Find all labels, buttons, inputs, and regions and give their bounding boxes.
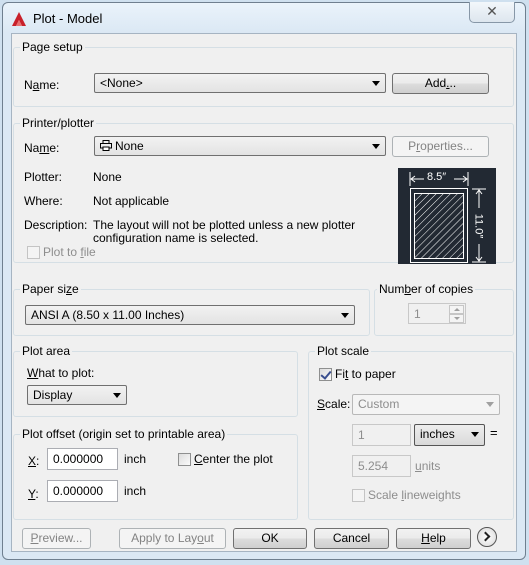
paper-size-title: Paper size [20, 282, 81, 296]
plot-to-file-label: Plot to file [43, 245, 96, 259]
close-icon: ✕ [486, 3, 498, 19]
what-to-plot-value: Display [33, 388, 73, 402]
plot-dialog: Plot - Model ✕ Page setup Name: <None> A… [2, 2, 526, 560]
units-select[interactable]: inches [414, 424, 485, 446]
chevron-down-icon [113, 393, 121, 398]
paper-size-select[interactable]: ANSI A (8.50 x 11.00 Inches) [25, 305, 355, 325]
equals-sign: = [490, 425, 498, 440]
description-line-1: The layout will not be plotted unless a … [93, 218, 356, 232]
cancel-button[interactable]: Cancel [314, 528, 389, 549]
page-setup-name-select[interactable]: <None> [94, 73, 386, 93]
fit-to-paper-checkbox[interactable] [319, 368, 332, 381]
dialog-body: Page setup Name: <None> Add... Printer/p… [11, 33, 517, 552]
copies-up-button[interactable] [449, 305, 464, 314]
scale-value: Custom [358, 397, 400, 411]
printer-name-select[interactable]: None [94, 136, 386, 156]
center-the-plot-label: Center the plot [194, 452, 273, 466]
drawing-units-input[interactable]: 5.254 [352, 455, 411, 477]
copies-group: Number of copies 1 [374, 282, 514, 336]
chevron-down-icon [486, 402, 494, 407]
units-select-value: inches [420, 427, 455, 441]
offset-y-label: Y: [28, 487, 39, 501]
page-setup-name-label: Name: [24, 78, 60, 92]
page-setup-title: Page setup [20, 40, 85, 54]
what-to-plot-label: What to plot: [27, 366, 95, 380]
paper-size-value: ANSI A (8.50 x 11.00 Inches) [31, 308, 185, 322]
offset-y-input[interactable]: 0.000000 [47, 480, 118, 502]
paper-units-value: 1 [358, 428, 365, 442]
printer-name-value: None [115, 139, 144, 153]
fit-to-paper-label: Fit to paper [335, 367, 396, 381]
plot-area-group: Plot area What to plot: Display [13, 344, 298, 417]
copies-value: 1 [414, 307, 421, 321]
description-line-2: configuration name is selected. [93, 231, 259, 245]
plotter-label: Plotter: [24, 170, 63, 184]
chevron-down-icon [372, 81, 380, 86]
printer-plotter-group: Printer/plotter Name: None Properties...… [13, 116, 514, 264]
offset-x-value: 0.000000 [53, 452, 104, 466]
printer-icon [100, 140, 112, 151]
offset-x-input[interactable]: 0.000000 [47, 448, 118, 470]
scale-select[interactable]: Custom [352, 394, 500, 415]
chevron-down-icon [341, 313, 349, 318]
copies-title: Number of copies [377, 282, 476, 296]
description-label: Description: [24, 218, 88, 232]
scale-lineweights-label: Scale lineweights [368, 488, 461, 502]
center-the-plot-checkbox[interactable] [178, 453, 191, 466]
chevron-down-icon [372, 144, 380, 149]
preview-width-label: 8.5″ [426, 171, 448, 183]
copies-down-button[interactable] [449, 314, 464, 323]
apply-to-layout-button[interactable]: Apply to Layout [119, 528, 226, 549]
drawing-units-label: units [415, 459, 441, 473]
plot-to-file-checkbox[interactable] [27, 246, 40, 259]
paper-units-input[interactable]: 1 [352, 424, 411, 446]
printer-name-label: Name: [24, 141, 60, 155]
autocad-app-icon [12, 12, 26, 26]
help-button[interactable]: Help [396, 528, 471, 549]
plot-scale-group: Plot scale Fit to paper Scale: Custom 1 … [308, 344, 514, 520]
properties-button[interactable]: Properties... [392, 136, 489, 157]
chevron-down-icon [471, 432, 479, 437]
where-label: Where: [24, 194, 63, 208]
offset-x-label: X: [28, 454, 40, 468]
plot-area-title: Plot area [20, 344, 73, 358]
title-bar: Plot - Model ✕ [3, 2, 525, 33]
offset-x-unit: inch [124, 452, 147, 466]
scale-lineweights-checkbox[interactable] [352, 489, 365, 502]
plot-offset-title: Plot offset (origin set to printable are… [20, 427, 228, 441]
ok-button[interactable]: OK [233, 528, 307, 549]
offset-y-value: 0.000000 [53, 484, 104, 498]
page-setup-group: Page setup Name: <None> Add... [13, 40, 514, 107]
paper-preview: 8.5″ 11.0″ [398, 168, 496, 264]
add-button[interactable]: Add... [392, 73, 489, 94]
preview-button[interactable]: Preview... [22, 528, 91, 549]
plot-scale-title: Plot scale [315, 344, 372, 358]
close-button[interactable]: ✕ [469, 2, 515, 23]
preview-height-label: 11.0″ [472, 213, 485, 239]
paper-size-group: Paper size ANSI A (8.50 x 11.00 Inches) [13, 282, 370, 336]
page-setup-name-value: <None> [100, 76, 143, 90]
plotter-value: None [93, 170, 122, 184]
window-title: Plot - Model [33, 11, 103, 26]
where-value: Not applicable [93, 194, 170, 208]
printer-plotter-title: Printer/plotter [20, 116, 97, 130]
expand-options-button[interactable] [477, 527, 497, 547]
scale-label: Scale: [317, 397, 351, 411]
drawing-units-value: 5.254 [358, 459, 389, 473]
plot-offset-group: Plot offset (origin set to printable are… [13, 427, 298, 520]
what-to-plot-select[interactable]: Display [27, 385, 127, 405]
offset-y-unit: inch [124, 484, 147, 498]
